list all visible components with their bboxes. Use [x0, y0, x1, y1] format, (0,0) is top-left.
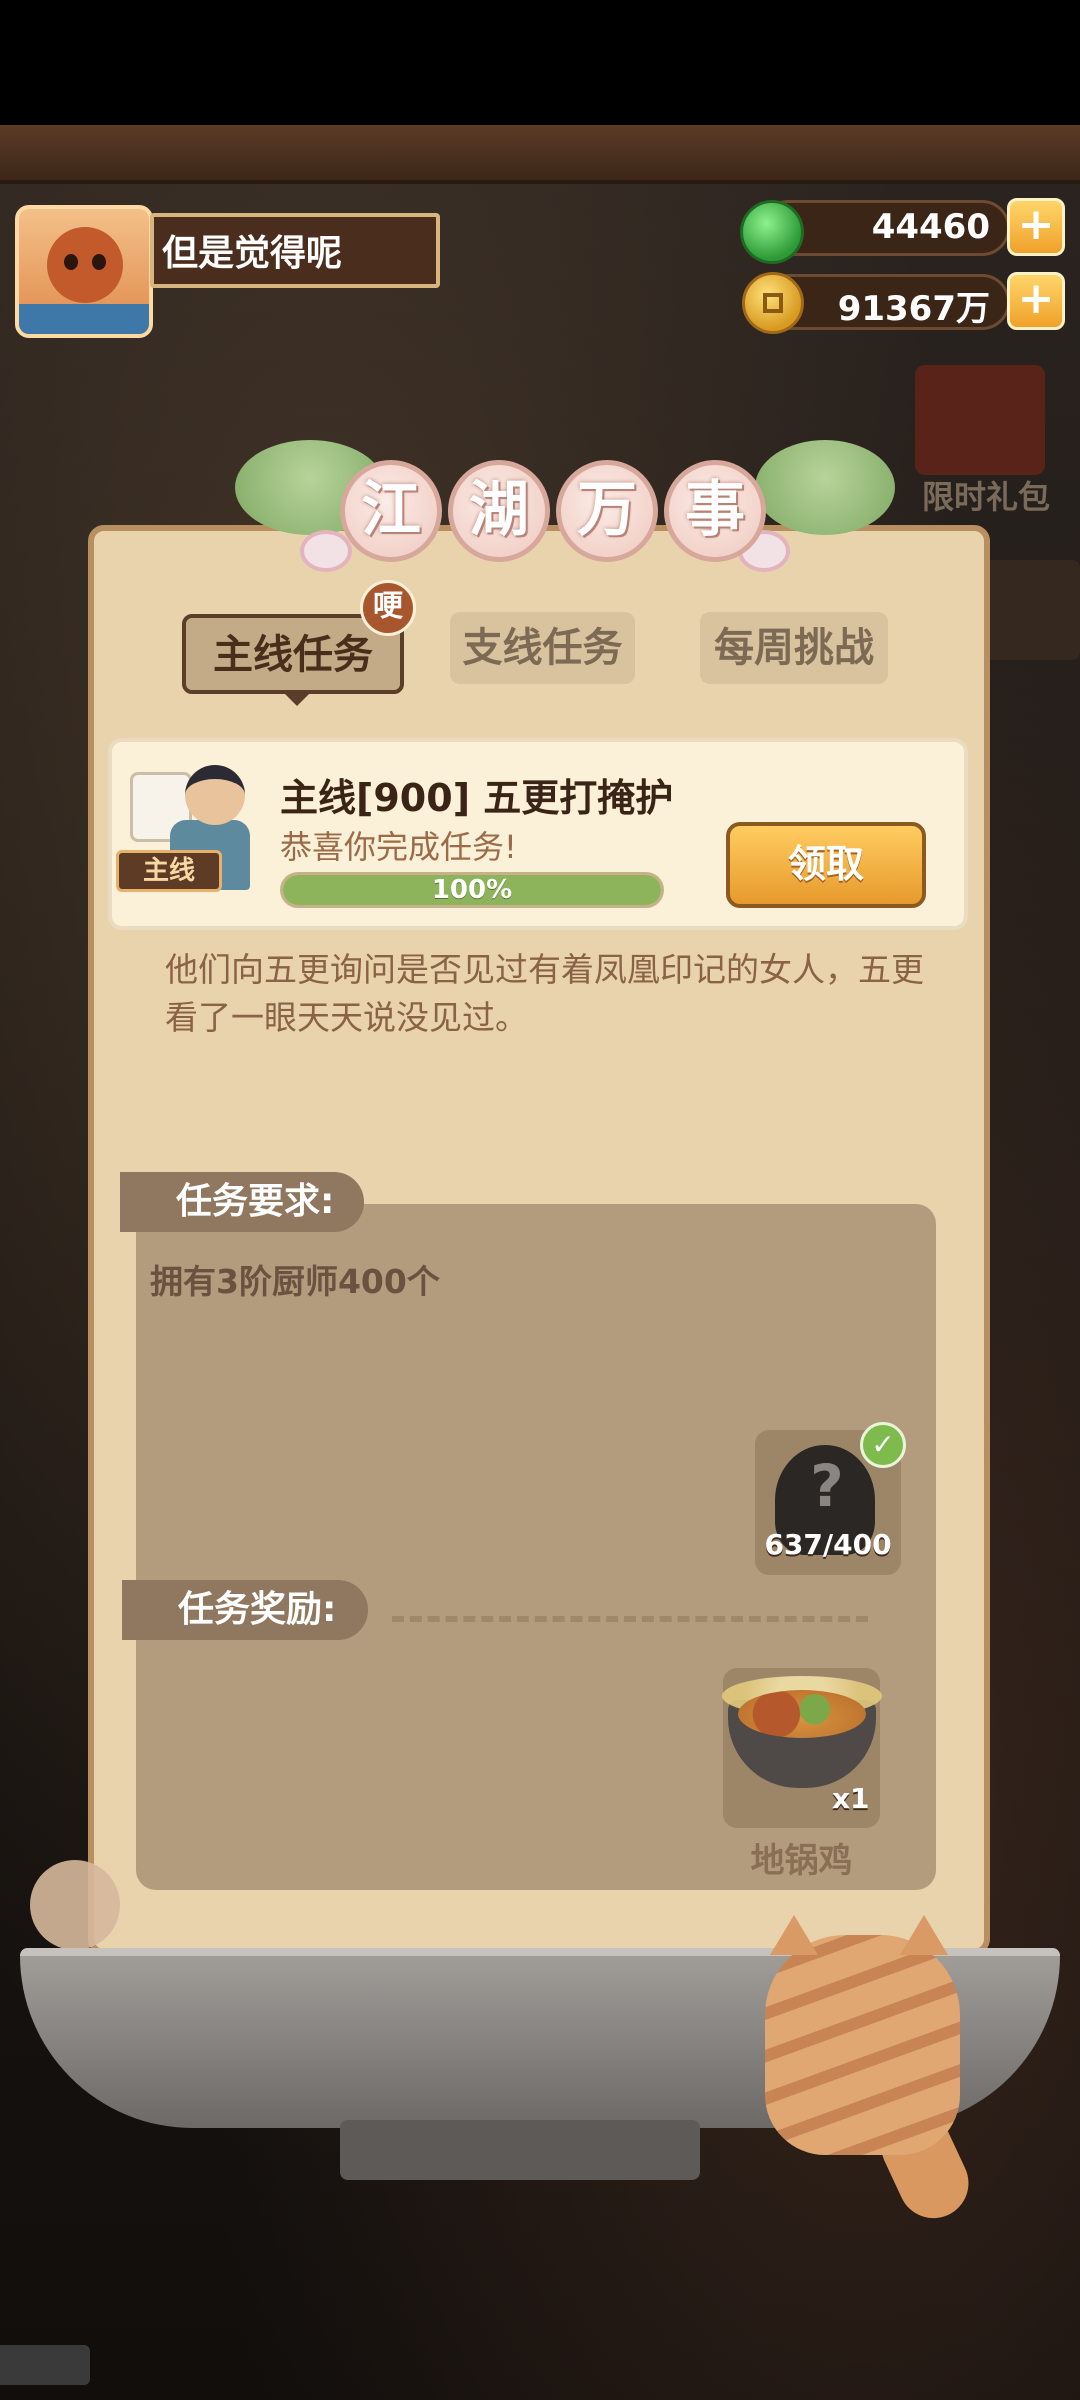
quest-title: 主线[900] 五更打掩护 [280, 776, 674, 820]
quest-description: 他们向五更询问是否见过有着凤凰印记的女人，五更看了一眼天天说没见过。 [165, 950, 924, 1037]
title-char-1: 江 [340, 460, 442, 562]
title-char-4: 事 [664, 460, 766, 562]
cat-decoration [765, 1935, 960, 2155]
tab-badge: 哽 [360, 580, 416, 636]
requirement-label: 任务要求: [120, 1172, 364, 1232]
player-name: 但是觉得呢 [162, 233, 343, 274]
requirement-text: 拥有3阶厨师400个 [150, 1262, 440, 1301]
reward-label: 任务奖励: [122, 1580, 368, 1640]
tab-weekly-challenge[interactable]: 每周挑战 [700, 612, 888, 684]
avatar-base [19, 304, 149, 334]
avatar-eye [64, 254, 78, 270]
promo-label: 限时礼包 [922, 478, 1051, 516]
avatar-eye [92, 254, 106, 270]
quest-progress-text: 100% [431, 875, 513, 905]
question-mark-icon: ? [810, 1452, 844, 1520]
reward-item-name: 地锅鸡 [750, 1841, 853, 1881]
add-gems-button[interactable]: + [1007, 198, 1065, 256]
cat-ear-decoration [770, 1915, 818, 1955]
gem-icon [740, 200, 804, 264]
quest-type-tag: 主线 [116, 850, 222, 892]
check-icon: ✓ [860, 1422, 906, 1468]
background-decoration [980, 560, 1080, 660]
meatball-skewer-decoration [30, 1860, 120, 1950]
coin-icon [742, 272, 804, 334]
dish-food-icon [738, 1690, 866, 1738]
chef-count: 637/400 [764, 1528, 892, 1561]
bottom-edge-tab [0, 2345, 90, 2385]
player-avatar[interactable] [15, 205, 153, 338]
quest-subtitle: 恭喜你完成任务! [280, 828, 517, 866]
cat-ear-decoration [900, 1915, 948, 1955]
dashed-divider [392, 1616, 868, 1622]
wok-base-decoration [340, 2120, 700, 2180]
title-char-2: 湖 [448, 460, 550, 562]
fishcake-decoration [300, 530, 352, 572]
add-coins-button[interactable]: + [1007, 272, 1065, 330]
quest-portrait-head [185, 765, 245, 825]
tab-side-quests[interactable]: 支线任务 [450, 612, 635, 684]
status-bar [0, 0, 1080, 125]
reward-quantity: x1 [832, 1782, 870, 1815]
cabbage-leaf-decoration [755, 440, 895, 535]
claim-button[interactable]: 领取 [726, 822, 926, 908]
avatar-face [47, 227, 123, 303]
wooden-beam [0, 125, 1080, 184]
active-tab-pointer [283, 692, 311, 706]
title-char-3: 万 [556, 460, 658, 562]
gift-icon [915, 365, 1045, 475]
